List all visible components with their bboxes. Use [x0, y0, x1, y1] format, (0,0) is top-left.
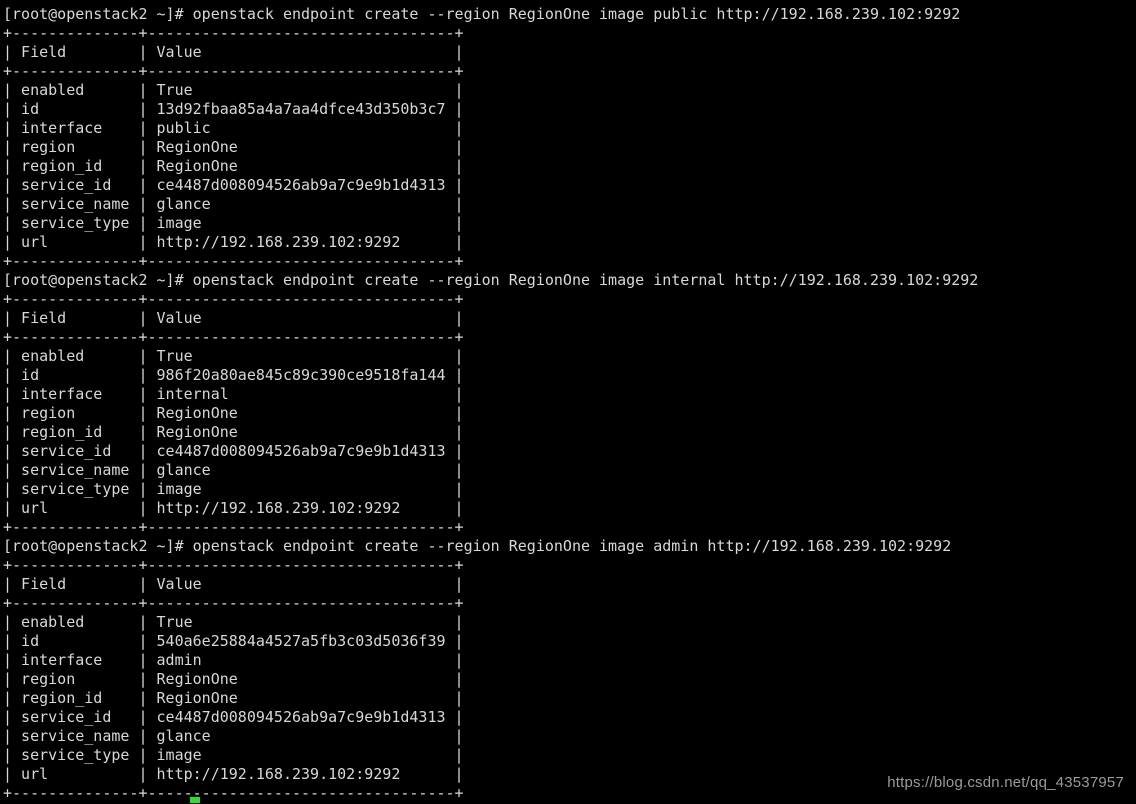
- terminal-line: | service_name | glance |: [3, 461, 464, 479]
- terminal-line: | interface | internal |: [3, 385, 464, 403]
- terminal-line: | Field | Value |: [3, 43, 464, 61]
- terminal-line: [root@openstack2 ~]# openstack endpoint …: [3, 271, 979, 289]
- terminal-line: | region | RegionOne |: [3, 670, 464, 688]
- terminal-line: | id | 540a6e25884a4527a5fb3c03d5036f39 …: [3, 632, 464, 650]
- terminal-line: | enabled | True |: [3, 347, 464, 365]
- terminal-line: | region | RegionOne |: [3, 138, 464, 156]
- terminal-line: +--------------+------------------------…: [3, 328, 464, 346]
- terminal-line: | interface | admin |: [3, 651, 464, 669]
- terminal-line: | service_name | glance |: [3, 195, 464, 213]
- terminal-line: +--------------+------------------------…: [3, 290, 464, 308]
- terminal-line: | service_type | image |: [3, 480, 464, 498]
- terminal-line: +--------------+------------------------…: [3, 518, 464, 536]
- terminal-line: | region_id | RegionOne |: [3, 423, 464, 441]
- terminal-line: | id | 13d92fbaa85a4a7aa4dfce43d350b3c7 …: [3, 100, 464, 118]
- terminal-line: +--------------+------------------------…: [3, 252, 464, 270]
- terminal-line: +--------------+------------------------…: [3, 24, 464, 42]
- terminal-cursor: [190, 797, 200, 803]
- terminal-line: | interface | public |: [3, 119, 464, 137]
- terminal-line: [root@openstack2 ~]# openstack endpoint …: [3, 537, 952, 555]
- terminal-scrollback: +--------------+------------------------…: [3, 0, 1133, 803]
- terminal-line: +--------------+------------------------…: [3, 556, 464, 574]
- terminal-line: | url | http://192.168.239.102:9292 |: [3, 499, 464, 517]
- terminal-line: | service_id | ce4487d008094526ab9a7c9e9…: [3, 708, 464, 726]
- terminal-line: | region_id | RegionOne |: [3, 689, 464, 707]
- terminal-screen[interactable]: +--------------+------------------------…: [0, 0, 1136, 804]
- terminal-line: | region_id | RegionOne |: [3, 157, 464, 175]
- terminal-line: | service_type | image |: [3, 214, 464, 232]
- terminal-line: | enabled | True |: [3, 613, 464, 631]
- terminal-line: | service_name | glance |: [3, 727, 464, 745]
- terminal-line: | Field | Value |: [3, 575, 464, 593]
- terminal-line: | service_id | ce4487d008094526ab9a7c9e9…: [3, 176, 464, 194]
- terminal-line: +--------------+------------------------…: [3, 594, 464, 612]
- terminal-line: | enabled | True |: [3, 81, 464, 99]
- terminal-line: | Field | Value |: [3, 309, 464, 327]
- terminal-line: | service_type | image |: [3, 746, 464, 764]
- terminal-line: [root@openstack2 ~]# openstack endpoint …: [3, 5, 961, 23]
- terminal-line: | id | 986f20a80ae845c89c390ce9518fa144 …: [3, 366, 464, 384]
- watermark-url: https://blog.csdn.net/qq_43537957: [887, 774, 1124, 791]
- terminal-line: | region | RegionOne |: [3, 404, 464, 422]
- terminal-line: | service_id | ce4487d008094526ab9a7c9e9…: [3, 442, 464, 460]
- terminal-line: | url | http://192.168.239.102:9292 |: [3, 233, 464, 251]
- terminal-line: +--------------+------------------------…: [3, 62, 464, 80]
